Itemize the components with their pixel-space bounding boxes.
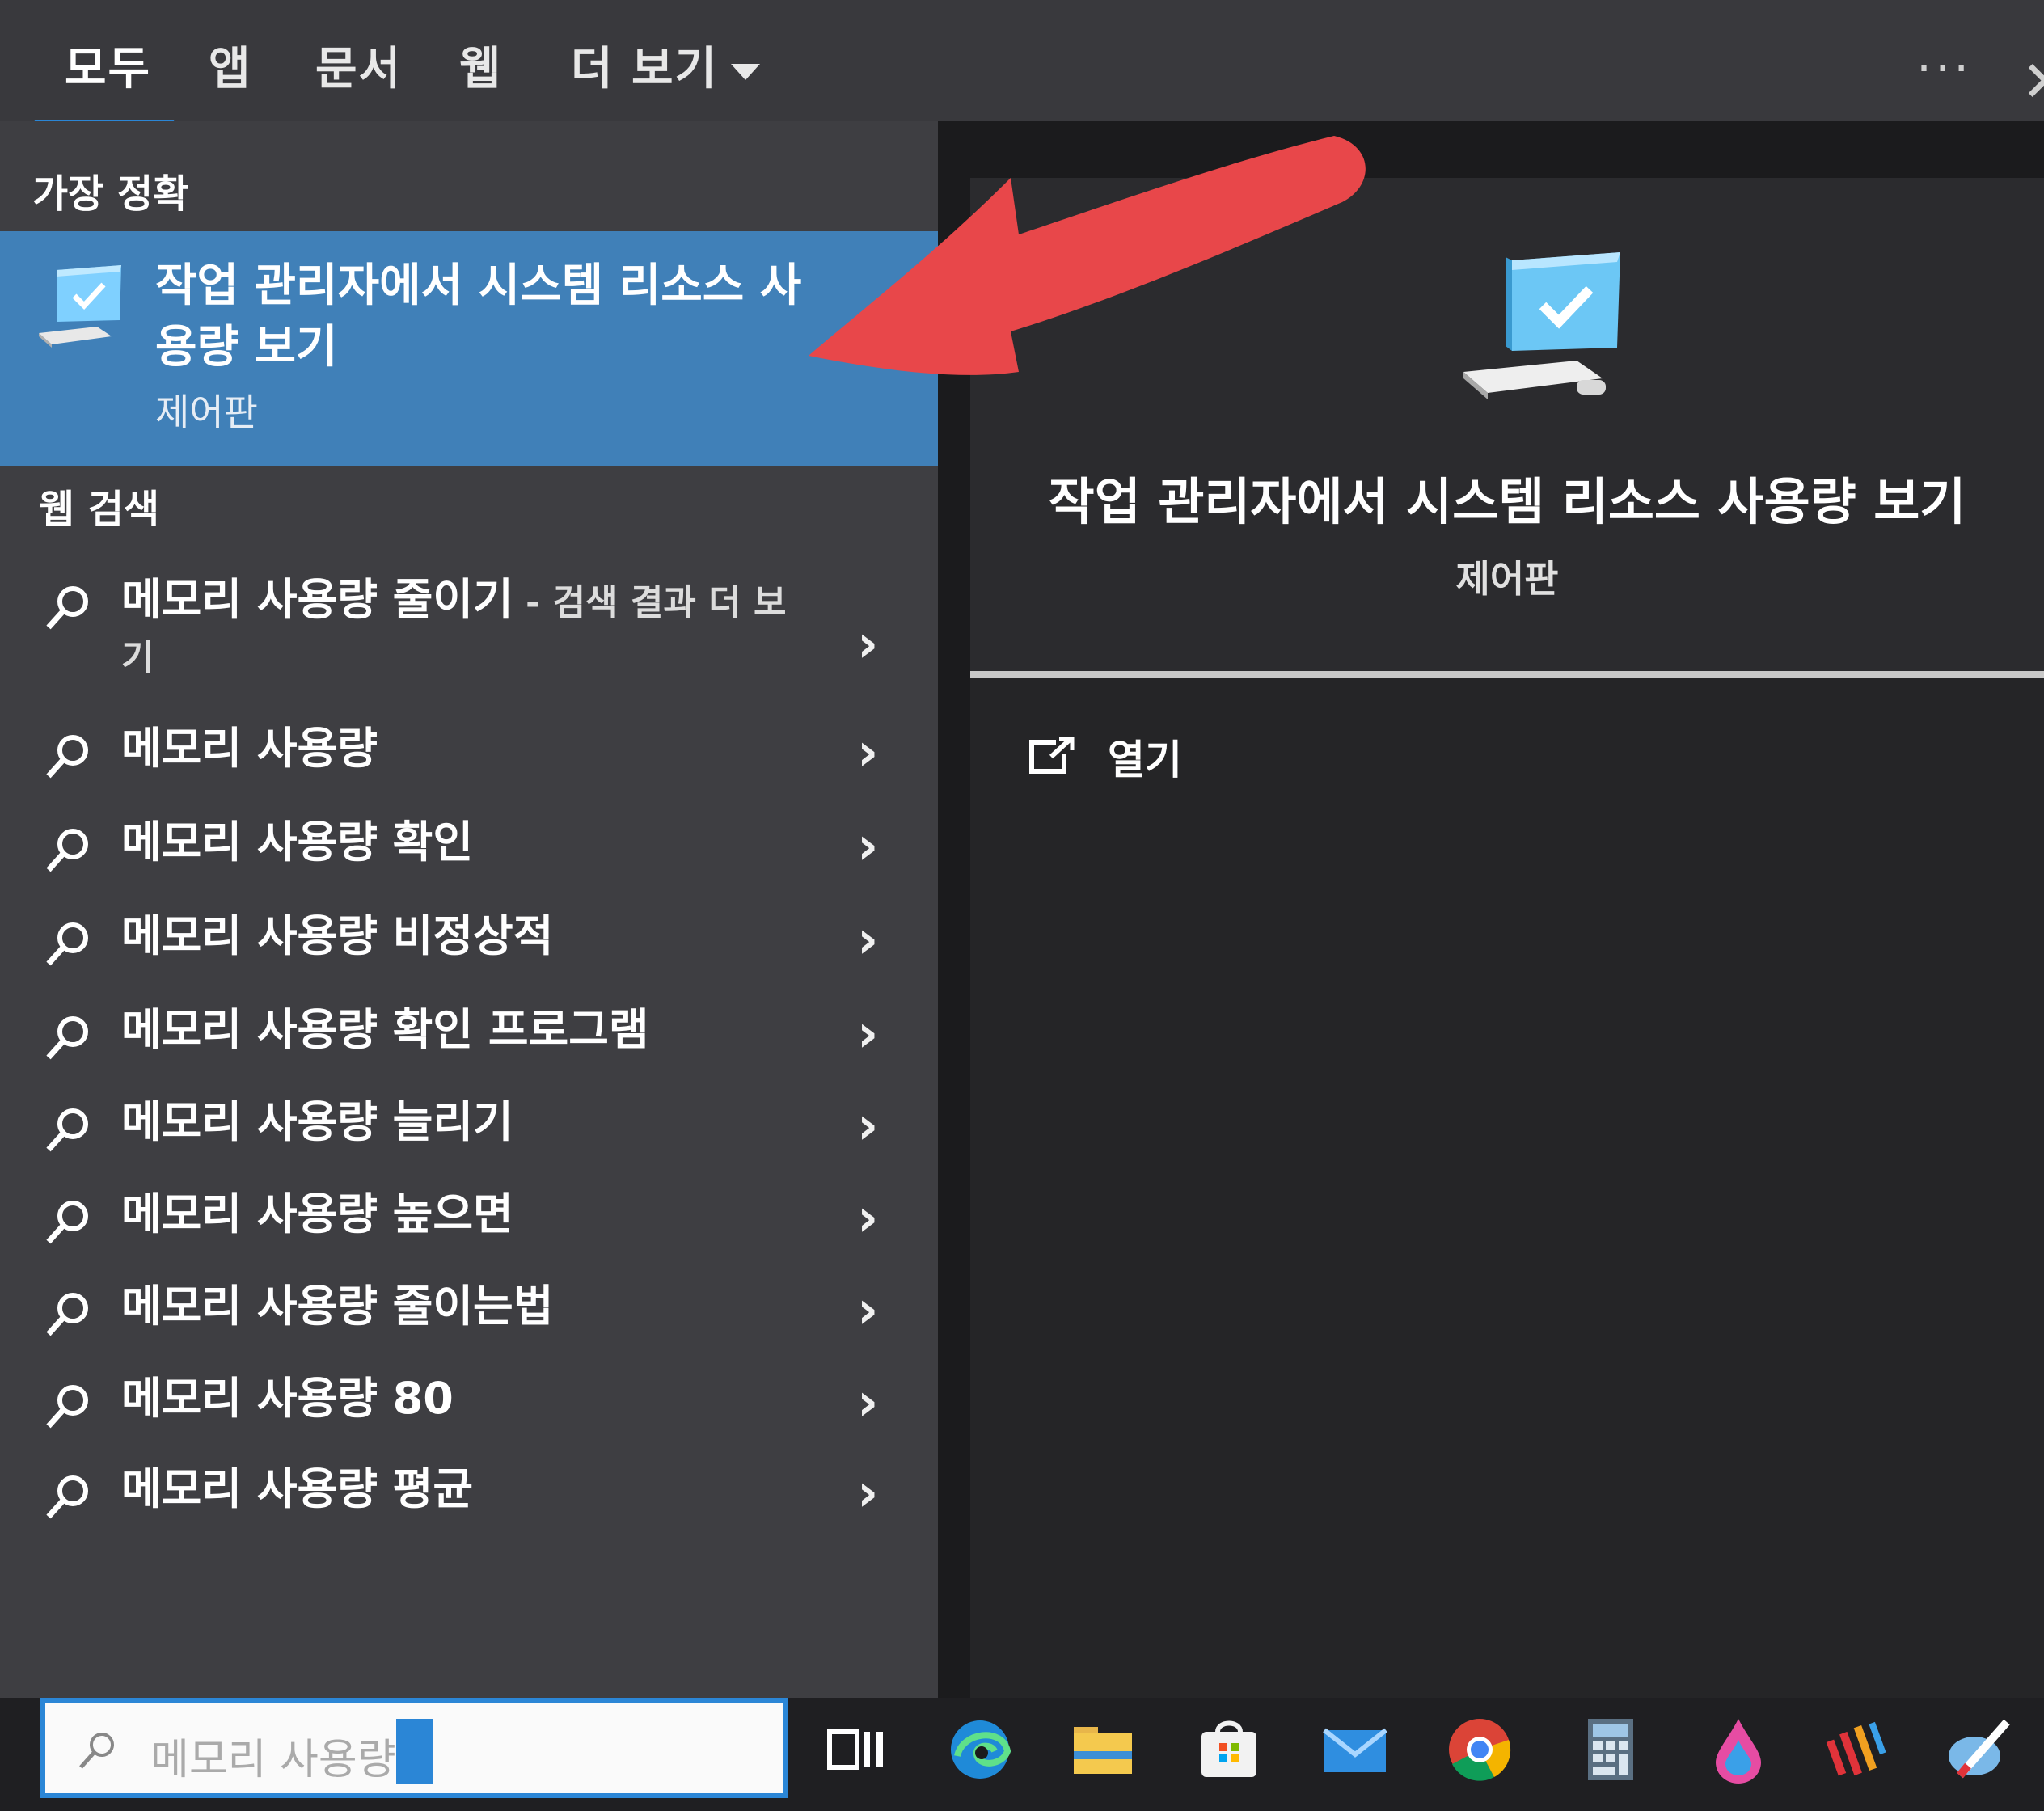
search-input[interactable]: 메모리 사용량 [150, 1725, 396, 1786]
search-icon [46, 1016, 88, 1060]
detail-subtitle: 제어판 [1455, 557, 1559, 601]
store-icon[interactable] [1195, 1716, 1263, 1784]
close-button[interactable]: ✕ [2021, 49, 2044, 115]
web-result-row[interactable]: 메모리 사용량 › [0, 723, 938, 804]
search-icon [46, 1475, 88, 1519]
annotation-arrow [809, 136, 1366, 375]
app-bars-icon[interactable] [1824, 1716, 1892, 1784]
open-icon [1029, 737, 1075, 774]
web-result-row[interactable]: 메모리 사용량 줄이는법 › [0, 1281, 938, 1361]
mail-icon[interactable] [1321, 1716, 1389, 1784]
chevron-right-icon[interactable]: › [857, 910, 878, 970]
chevron-right-icon[interactable]: › [857, 723, 878, 783]
search-filter-bar: 모두 앱 문서 웹 더 보기 ··· ✕ [0, 0, 2044, 129]
computer-monitor-icon [39, 265, 121, 348]
best-match-subtitle: 제어판 [155, 390, 258, 434]
more-options-button[interactable]: ··· [1916, 44, 1972, 93]
search-icon [46, 1293, 88, 1336]
tab-apps[interactable]: 앱 [209, 32, 252, 98]
open-label: 열기 [1108, 737, 1182, 783]
web-result-row[interactable]: 메모리 사용량 80 › [0, 1373, 938, 1454]
chevron-down-icon [731, 63, 761, 80]
paint-3d-icon[interactable] [1704, 1716, 1772, 1784]
search-icon [46, 829, 88, 872]
best-match-title: 작업 관리자에서 시스템 리소스 사용량 보기 [155, 260, 802, 374]
search-icon [46, 1201, 88, 1244]
web-result-text: 메모리 사용량 높으면 [121, 1188, 513, 1239]
computer-monitor-icon [1463, 252, 1620, 399]
search-icon [46, 586, 88, 630]
calculator-icon[interactable] [1577, 1716, 1645, 1784]
web-result-text: 메모리 사용량 확인 [121, 817, 474, 868]
pen-app-icon[interactable] [1944, 1716, 2012, 1784]
web-result-row[interactable]: 메모리 사용량 비정상적 › [0, 910, 938, 991]
search-box[interactable]: 메모리 사용량 [40, 1698, 788, 1798]
taskbar: 메모리 사용량 [0, 1698, 2044, 1811]
text-selection [396, 1719, 433, 1784]
tab-more-dropdown[interactable]: 더 보기 [571, 32, 761, 98]
web-result-text: 메모리 사용량 확인 프로그램 [121, 1004, 649, 1055]
edge-icon[interactable] [946, 1716, 1014, 1784]
web-result-text: 메모리 사용량 줄이는법 [121, 1281, 554, 1332]
detail-divider [970, 671, 2044, 678]
search-icon [46, 735, 88, 779]
web-result-row[interactable]: 메모리 사용량 줄이기 - 검색 결과 더 보기 › [0, 574, 938, 695]
chevron-right-icon[interactable]: › [857, 817, 878, 876]
web-result-text: 메모리 사용량 평균 [121, 1463, 474, 1514]
web-result-text: 메모리 사용량 80 [121, 1373, 454, 1424]
web-result-text: 메모리 사용량 줄이기 [121, 574, 513, 625]
search-icon [46, 1385, 88, 1429]
best-match-heading: 가장 정확 [32, 171, 189, 217]
chevron-right-icon[interactable]: › [857, 1463, 878, 1523]
chevron-right-icon[interactable]: › [857, 614, 878, 674]
tab-all[interactable]: 모두 [65, 32, 151, 98]
web-result-row[interactable]: 메모리 사용량 평균 › [0, 1463, 938, 1544]
tab-more-label: 더 보기 [571, 43, 719, 95]
detail-title: 작업 관리자에서 시스템 리소스 사용량 보기 [1048, 472, 1966, 531]
tab-documents[interactable]: 문서 [315, 32, 402, 98]
web-result-row[interactable]: 메모리 사용량 늘리기 › [0, 1096, 938, 1177]
web-result-text: 메모리 사용량 [121, 723, 378, 774]
search-icon [79, 1733, 114, 1769]
web-search-heading: 웹 검색 [39, 487, 160, 532]
web-result-text: 메모리 사용량 늘리기 [121, 1096, 513, 1147]
chevron-right-icon[interactable]: › [857, 1373, 878, 1433]
file-explorer-icon[interactable] [1069, 1716, 1137, 1784]
web-result-row[interactable]: 메모리 사용량 높으면 › [0, 1188, 938, 1269]
web-result-text: 메모리 사용량 비정상적 [121, 910, 554, 961]
chevron-right-icon[interactable]: › [857, 1004, 878, 1064]
chrome-icon[interactable] [1446, 1716, 1514, 1784]
chevron-right-icon[interactable]: › [857, 1281, 878, 1340]
chevron-right-icon[interactable]: › [857, 1096, 878, 1156]
search-icon [46, 1108, 88, 1152]
chevron-right-icon[interactable]: › [857, 1188, 878, 1248]
task-view-icon[interactable] [823, 1716, 891, 1784]
web-result-row[interactable]: 메모리 사용량 확인 프로그램 › [0, 1004, 938, 1085]
tab-web[interactable]: 웹 [459, 32, 503, 98]
web-result-row[interactable]: 메모리 사용량 확인 › [0, 817, 938, 897]
search-icon [46, 922, 88, 966]
